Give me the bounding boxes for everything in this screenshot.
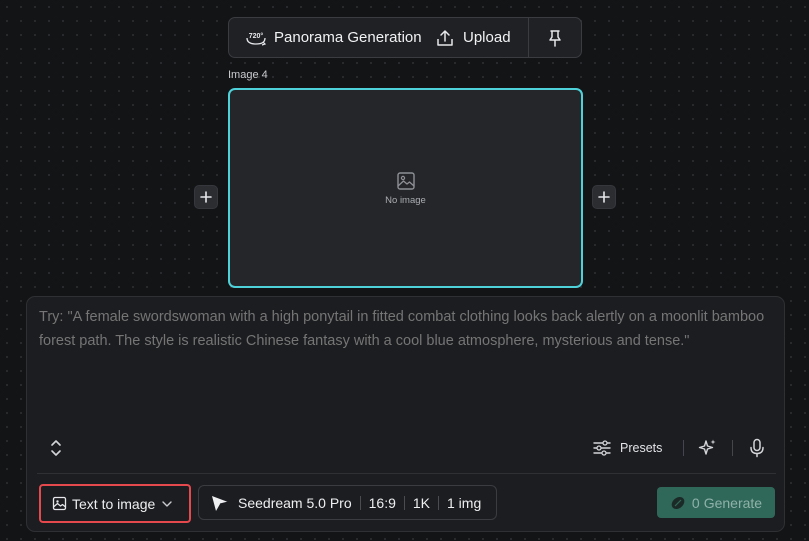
model-bar-divider (438, 495, 439, 510)
panorama-generation-button[interactable]: 720° Panorama Generation (229, 18, 422, 57)
expand-vertical-icon (51, 440, 61, 456)
pin-button[interactable] (529, 18, 581, 57)
no-image-text: No image (385, 194, 426, 206)
image-icon (52, 496, 67, 511)
expand-toggle-button[interactable] (45, 437, 67, 459)
plus-icon (598, 191, 610, 203)
presets-label: Presets (620, 441, 663, 455)
image-count: 1 img (447, 494, 482, 511)
add-image-left-button[interactable] (194, 185, 218, 209)
upload-button[interactable]: Upload (422, 18, 528, 57)
prompt-input[interactable] (39, 305, 774, 425)
image-card[interactable]: No image (228, 88, 583, 288)
generate-label: Generate (703, 494, 763, 511)
add-image-right-button[interactable] (592, 185, 616, 209)
image-placeholder-icon (396, 171, 415, 190)
panorama-generation-label: Panorama Generation (274, 29, 422, 46)
generate-cost: 0 (691, 494, 700, 511)
upload-icon (437, 29, 453, 46)
actions-divider (732, 440, 733, 456)
plus-icon (200, 191, 212, 203)
sliders-icon (593, 440, 611, 456)
voice-input-button[interactable] (746, 437, 768, 459)
pin-icon (549, 29, 561, 47)
aspect-ratio: 16:9 (368, 494, 396, 511)
mode-select[interactable]: Text to image (39, 484, 191, 523)
model-settings-bar[interactable]: Seedream 5.0 Pro 16:9 1K 1 img (198, 485, 497, 520)
prompt-enhance-button[interactable] (696, 437, 718, 459)
seedream-logo-icon (212, 495, 229, 511)
sparkle-icon (698, 439, 716, 455)
svg-text:720°: 720° (249, 32, 264, 40)
panel-divider (37, 473, 776, 474)
panorama-720-icon: 720° (246, 32, 267, 46)
microphone-icon (750, 438, 764, 458)
chevron-down-icon (162, 500, 172, 507)
mode-label: Text to image (72, 495, 156, 512)
model-bar-divider (359, 495, 361, 510)
generate-button[interactable]: 0 Generate (657, 487, 775, 518)
actions-divider (683, 440, 684, 456)
top-toolbar: 720° Panorama Generation Upload (228, 17, 582, 58)
model-name: Seedream 5.0 Pro (238, 494, 352, 511)
resolution: 1K (412, 494, 430, 511)
model-bar-divider (403, 495, 405, 510)
prompt-panel: Presets Text to image Seedream 5.0 P (26, 296, 785, 532)
upload-label: Upload (463, 29, 511, 46)
presets-button[interactable]: Presets (593, 436, 662, 460)
bean-credit-icon (671, 496, 685, 509)
image-label: Image 4 (228, 69, 268, 81)
